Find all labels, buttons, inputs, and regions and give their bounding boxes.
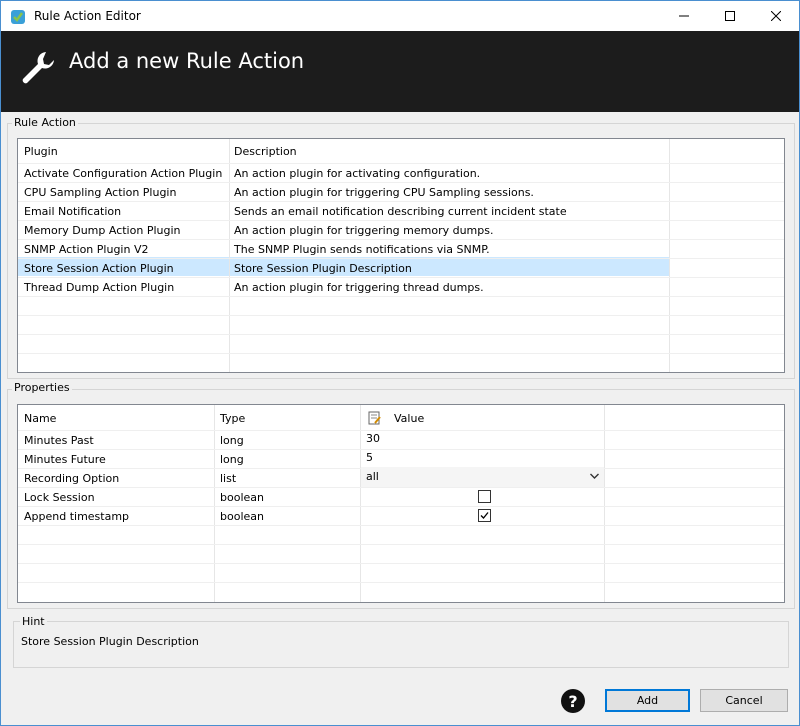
column-divider [229,139,230,372]
properties-group-label: Properties [12,381,72,394]
property-type: boolean [220,491,264,504]
plugin-name[interactable]: Email Notification [24,205,121,218]
page-title: Add a new Rule Action [69,49,305,73]
column-divider [214,405,215,602]
minimize-button[interactable] [661,1,707,31]
column-header-value[interactable]: Value [394,412,424,425]
plugin-description[interactable]: An action plugin for activating configur… [234,167,480,180]
recording-option-select[interactable]: all [361,467,604,487]
plugin-description[interactable]: An action plugin for triggering memory d… [234,224,493,237]
maximize-button[interactable] [707,1,753,31]
row-divider [18,315,784,316]
row-divider [18,582,784,583]
row-divider [18,163,784,164]
row-divider [18,544,784,545]
app-icon [11,10,25,24]
minutes-future-input[interactable]: 5 [366,451,373,464]
property-name: Minutes Future [24,453,106,466]
maximize-icon [725,11,735,21]
lock-session-checkbox[interactable] [478,490,491,503]
row-divider [18,430,784,431]
row-divider [18,525,784,526]
plugin-name[interactable]: Store Session Action Plugin [24,262,174,275]
add-button[interactable]: Add [605,689,690,712]
header-banner: Add a new Rule Action [1,31,799,112]
rule-action-group-label: Rule Action [12,116,78,129]
column-divider [360,405,361,602]
column-header-name[interactable]: Name [24,412,56,425]
minimize-icon [679,15,689,17]
close-button[interactable] [753,1,799,31]
help-icon[interactable]: ? [561,689,585,713]
row-divider [18,334,784,335]
hint-label: Hint [20,615,47,628]
checkmark-icon [480,512,489,519]
plugin-description[interactable]: Sends an email notification describing c… [234,205,567,218]
plugin-table[interactable]: Plugin Description Activate Configuratio… [17,138,785,373]
property-type: long [220,453,244,466]
row-divider [18,201,784,202]
close-icon [771,11,781,21]
column-divider [604,405,605,602]
row-divider [18,220,784,221]
value-edit-icon [368,411,381,425]
window-title: Rule Action Editor [34,9,141,23]
row-divider [18,182,784,183]
row-divider [18,239,784,240]
chevron-down-icon [590,473,599,479]
plugin-name[interactable]: Activate Configuration Action Plugin [24,167,222,180]
row-divider [18,563,784,564]
column-header-plugin[interactable]: Plugin [24,145,58,158]
row-divider [18,449,784,450]
wrench-icon [22,52,54,84]
plugin-description[interactable]: An action plugin for triggering CPU Samp… [234,186,534,199]
row-divider [18,277,784,278]
property-name: Minutes Past [24,434,94,447]
property-type: boolean [220,510,264,523]
row-divider [18,296,784,297]
plugin-description[interactable]: The SNMP Plugin sends notifications via … [234,243,490,256]
append-timestamp-checkbox[interactable] [478,509,491,522]
row-divider [18,487,784,488]
property-type: long [220,434,244,447]
properties-table[interactable]: Name Type Value Minutes Past long 30 Min… [17,404,785,603]
rule-action-editor-window: Rule Action Editor Add a new Rule Action… [0,0,800,726]
plugin-description[interactable]: Store Session Plugin Description [234,262,412,275]
column-divider [669,139,670,372]
column-header-description[interactable]: Description [234,145,297,158]
column-header-type[interactable]: Type [220,412,245,425]
title-bar[interactable]: Rule Action Editor [1,1,799,31]
plugin-name[interactable]: CPU Sampling Action Plugin [24,186,176,199]
row-divider [18,506,784,507]
plugin-description[interactable]: An action plugin for triggering thread d… [234,281,484,294]
property-name: Append timestamp [24,510,130,523]
hint-text: Store Session Plugin Description [21,635,199,648]
property-type: list [220,472,237,485]
minutes-past-input[interactable]: 30 [366,432,380,445]
cancel-button[interactable]: Cancel [700,689,788,712]
plugin-name[interactable]: Memory Dump Action Plugin [24,224,181,237]
plugin-name[interactable]: Thread Dump Action Plugin [24,281,174,294]
recording-option-value: all [366,470,379,483]
property-name: Recording Option [24,472,120,485]
property-name: Lock Session [24,491,95,504]
plugin-name[interactable]: SNMP Action Plugin V2 [24,243,148,256]
row-divider [18,353,784,354]
row-divider [18,258,784,259]
